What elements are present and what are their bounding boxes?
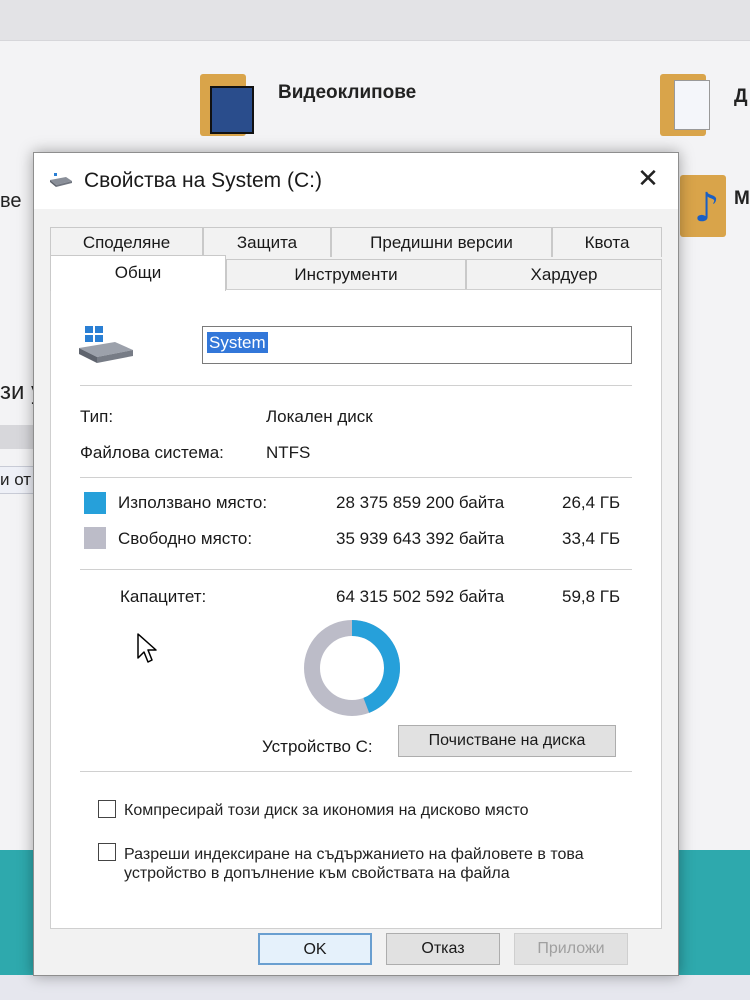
documents-folder-icon[interactable]: [660, 74, 710, 136]
apply-button[interactable]: Приложи: [514, 933, 628, 965]
capacity-size: 59,8 ГБ: [562, 587, 621, 606]
free-space-size: 33,4 ГБ: [562, 529, 621, 548]
explorer-top-bar: [0, 0, 750, 41]
tab-tools[interactable]: Инструменти: [226, 259, 466, 289]
separator: [80, 771, 632, 772]
capacity-label: Капацитет:: [120, 587, 207, 606]
mouse-cursor-icon: [137, 633, 157, 663]
separator: [80, 477, 632, 478]
disk-cleanup-button[interactable]: Почистване на диска: [398, 725, 616, 757]
type-value: Локален диск: [266, 407, 373, 426]
tab-sharing[interactable]: Споделяне: [50, 227, 203, 257]
taskbar-strip: [0, 975, 750, 1000]
cancel-button[interactable]: Отказ: [386, 933, 500, 965]
type-label: Тип:: [80, 407, 114, 426]
drive-icon: [50, 173, 72, 187]
tab-previous-versions[interactable]: Предишни версии: [331, 227, 552, 257]
music-note-icon: ♪: [694, 185, 720, 231]
video-folder-icon[interactable]: [200, 74, 254, 136]
tab-security[interactable]: Защита: [203, 227, 331, 257]
ok-button[interactable]: OK: [258, 933, 372, 965]
capacity-bytes: 64 315 502 592 байта: [336, 587, 505, 606]
used-space-label: Използвано място:: [118, 493, 268, 512]
drive-name-selected-text: System: [207, 332, 268, 353]
documents-folder-label[interactable]: Д: [734, 86, 748, 108]
film-strip-icon: [210, 86, 254, 134]
tab-quota[interactable]: Квота: [552, 227, 662, 257]
used-space-bytes: 28 375 859 200 байта: [336, 493, 505, 512]
drive-name-input[interactable]: System: [202, 326, 632, 364]
compress-checkbox[interactable]: [98, 800, 116, 818]
free-space-label: Свободно място:: [118, 529, 253, 548]
free-space-swatch: [84, 527, 106, 549]
filesystem-value: NTFS: [266, 443, 311, 462]
document-icon: [674, 80, 710, 130]
music-folder-label[interactable]: М: [734, 188, 750, 210]
filesystem-label: Файлова система:: [80, 443, 224, 462]
device-label: Устройство C:: [262, 737, 373, 756]
free-space-bytes: 35 939 643 392 байта: [336, 529, 505, 548]
compress-label: Компресирай този диск за икономия на дис…: [124, 802, 529, 819]
tab-hardware[interactable]: Хардуер: [466, 259, 662, 289]
used-space-size: 26,4 ГБ: [562, 493, 621, 512]
separator: [80, 569, 632, 570]
close-button[interactable]: ✕: [632, 163, 664, 195]
clipped-label-1: ве: [0, 190, 22, 212]
separator: [80, 385, 632, 386]
title-bar: Свойства на System (C:) ✕: [34, 153, 678, 209]
index-label: Разреши индексиране на съдържанието на ф…: [124, 846, 584, 882]
music-folder-icon[interactable]: ♪: [680, 175, 726, 237]
disk-usage-donut: [304, 620, 400, 716]
videos-folder-label[interactable]: Видеоклипове: [278, 82, 416, 104]
used-space-swatch: [84, 492, 106, 514]
local-disk-icon: [79, 326, 133, 363]
dialog-title: Свойства на System (C:): [84, 169, 322, 192]
properties-dialog: Свойства на System (C:) ✕ Споделяне Защи…: [33, 152, 679, 976]
index-checkbox[interactable]: [98, 843, 116, 861]
tab-general[interactable]: Общи: [50, 255, 226, 291]
